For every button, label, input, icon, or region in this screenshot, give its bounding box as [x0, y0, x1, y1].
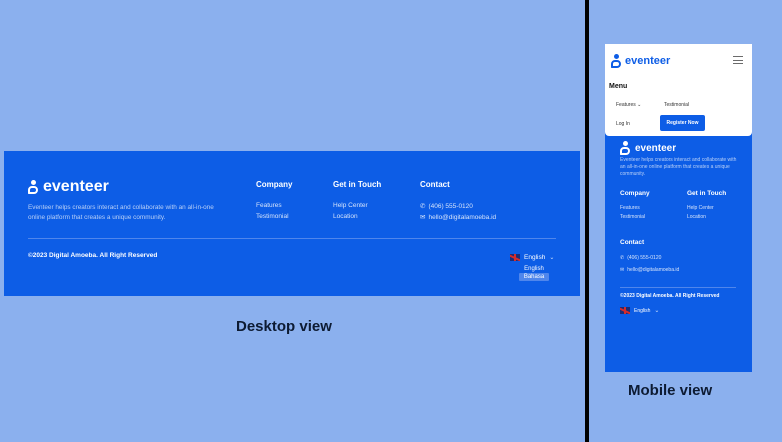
mobile-company-heading: Company: [620, 190, 650, 197]
chevron-down-icon: ⌄: [637, 102, 642, 108]
mobile-testimonial-footer-link[interactable]: Testimonial: [620, 214, 645, 220]
logo-text: eventeer: [43, 178, 109, 195]
footer-description: Eventeer helps creators interact and col…: [28, 204, 214, 221]
mobile-features-footer-link[interactable]: Features: [620, 205, 640, 211]
help-center-link[interactable]: Help Center: [333, 202, 368, 209]
mobile-footer: eventeer Menu Features ⌄ Testimonial Log…: [605, 44, 752, 372]
mobile-footer-divider: [620, 287, 736, 288]
footer-divider: [28, 238, 556, 239]
mobile-testimonial-link[interactable]: Testimonial: [664, 102, 689, 108]
language-selected: English: [524, 254, 546, 261]
email-contact[interactable]: ✉ hello@digitalamoeba.id: [420, 213, 497, 222]
menu-title: Menu: [609, 83, 628, 90]
company-heading: Company: [256, 180, 293, 189]
desktop-caption: Desktop view: [236, 318, 332, 335]
mobile-get-in-touch-heading: Get in Touch: [687, 190, 727, 197]
location-link[interactable]: Location: [333, 213, 358, 220]
uk-flag-icon: [620, 307, 630, 314]
register-now-button[interactable]: Register Now: [660, 115, 705, 131]
mobile-features-label: Features: [616, 102, 636, 108]
copyright-text: ©2023 Digital Amoeba. All Right Reserved: [28, 252, 158, 259]
phone-icon: ✆: [620, 255, 625, 261]
email-address: hello@digitalamoeba.id: [428, 213, 497, 221]
eventeer-logo[interactable]: eventeer: [28, 178, 109, 196]
mobile-features-dropdown[interactable]: Features ⌄: [616, 102, 641, 108]
email-icon: ✉: [420, 214, 426, 221]
mobile-menu-panel: eventeer Menu Features ⌄ Testimonial Log…: [605, 44, 752, 136]
testimonial-link[interactable]: Testimonial: [256, 213, 289, 220]
mobile-caption: Mobile view: [628, 382, 713, 399]
mobile-phone-contact[interactable]: ✆ (406) 555-0120: [620, 255, 661, 261]
mobile-phone-number: (406) 555-0120: [627, 255, 662, 261]
get-in-touch-heading: Get in Touch: [333, 180, 382, 189]
mobile-location-link[interactable]: Location: [687, 214, 706, 220]
desktop-footer: eventeer Eventeer helps creators interac…: [4, 151, 580, 296]
language-dropdown: English Bahasa: [519, 265, 549, 281]
language-selector[interactable]: English ⌄: [510, 254, 554, 261]
language-option-bahasa[interactable]: Bahasa: [519, 273, 549, 281]
email-icon: ✉: [620, 267, 625, 273]
mobile-eventeer-logo[interactable]: eventeer: [611, 54, 670, 68]
phone-contact[interactable]: ✆ (406) 555-0120: [420, 202, 473, 211]
mobile-email-address: hello@digitalamoeba.id: [627, 267, 680, 273]
mobile-contact-heading: Contact: [620, 239, 645, 246]
mobile-footer-description: Eventeer helps creators interact and col…: [620, 157, 737, 177]
mobile-email-contact[interactable]: ✉ hello@digitalamoeba.id: [620, 267, 679, 273]
mobile-language-selector[interactable]: English ⌄: [620, 307, 659, 314]
mobile-footer-logo[interactable]: eventeer: [620, 141, 676, 155]
phone-number: (406) 555-0120: [428, 202, 473, 210]
features-link[interactable]: Features: [256, 202, 282, 209]
hamburger-menu-icon[interactable]: [733, 56, 743, 64]
logo-text: eventeer: [635, 142, 677, 154]
mobile-language-selected: English: [634, 307, 651, 314]
mobile-login-link[interactable]: Log In: [616, 121, 630, 127]
eventeer-logo-icon: [611, 54, 622, 68]
mobile-help-center-link[interactable]: Help Center: [687, 205, 714, 211]
eventeer-logo-icon: [28, 180, 39, 194]
logo-text: eventeer: [625, 55, 671, 67]
phone-icon: ✆: [420, 203, 426, 210]
contact-heading: Contact: [420, 180, 450, 189]
language-option-english[interactable]: English: [519, 265, 549, 273]
uk-flag-icon: [510, 254, 520, 261]
chevron-down-icon: ⌄: [549, 255, 555, 261]
separator-line: [585, 0, 589, 442]
eventeer-logo-icon: [620, 141, 631, 155]
mobile-copyright-text: ©2023 Digital Amoeba. All Right Reserved: [620, 293, 720, 299]
chevron-down-icon: ⌄: [654, 308, 660, 314]
